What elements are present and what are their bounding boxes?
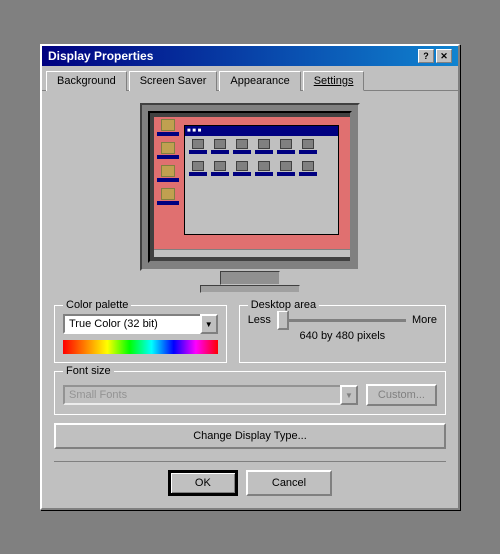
screen-inner-titlebar: ■ ■ ■ xyxy=(185,126,338,136)
help-button[interactable]: ? xyxy=(418,49,434,63)
tab-bar: Background Screen Saver Appearance Setti… xyxy=(42,66,458,90)
monitor-screen-border: ■ ■ ■ xyxy=(148,111,352,263)
color-bar xyxy=(63,340,218,354)
desktop-icon-1 xyxy=(156,119,180,136)
tab-settings[interactable]: Settings xyxy=(303,71,365,91)
tab-screen-saver[interactable]: Screen Saver xyxy=(129,71,218,91)
monitor-screen: ■ ■ ■ xyxy=(154,117,350,257)
window-title: Display Properties xyxy=(48,49,153,63)
monitor-outer: ■ ■ ■ xyxy=(140,103,360,271)
desktop-icon-2 xyxy=(156,142,180,159)
change-display-type-button[interactable]: Change Display Type... xyxy=(54,423,446,449)
desktop-icons xyxy=(156,119,180,205)
monitor-stand xyxy=(220,271,280,285)
title-bar: Display Properties ? ✕ xyxy=(42,46,458,66)
custom-button[interactable]: Custom... xyxy=(366,384,437,406)
font-select-wrapper: Small Fonts ▼ xyxy=(63,385,358,405)
desktop-icon-4 xyxy=(156,188,180,205)
font-size-select[interactable]: Small Fonts xyxy=(63,385,358,405)
color-palette-select[interactable]: True Color (32 bit) xyxy=(63,314,218,334)
resolution-slider[interactable] xyxy=(277,319,406,322)
monitor-preview: ■ ■ ■ xyxy=(54,103,446,293)
desktop-area-label: Desktop area xyxy=(248,299,319,311)
tab-appearance[interactable]: Appearance xyxy=(219,71,300,91)
font-size-row: Small Fonts ▼ Custom... xyxy=(63,384,437,406)
content-area: ■ ■ ■ xyxy=(42,90,458,508)
cancel-button[interactable]: Cancel xyxy=(246,470,332,496)
close-button[interactable]: ✕ xyxy=(436,49,452,63)
screen-taskbar xyxy=(154,249,350,257)
more-label: More xyxy=(412,314,437,326)
less-label: Less xyxy=(248,314,271,326)
color-palette-select-wrapper: True Color (32 bit) ▼ xyxy=(63,314,218,334)
slider-row: Less More xyxy=(248,314,437,326)
screen-inner-window: ■ ■ ■ xyxy=(184,125,339,235)
title-bar-buttons: ? ✕ xyxy=(418,49,452,63)
monitor-base xyxy=(200,285,300,293)
tab-background[interactable]: Background xyxy=(46,71,127,91)
color-palette-label: Color palette xyxy=(63,299,131,311)
font-size-group: Font size Small Fonts ▼ Custom... xyxy=(54,371,446,415)
color-palette-dropdown-arrow[interactable]: ▼ xyxy=(200,314,218,334)
dialog-window: Display Properties ? ✕ Background Screen… xyxy=(40,44,460,510)
font-dropdown-arrow[interactable]: ▼ xyxy=(340,385,358,405)
font-size-label: Font size xyxy=(63,365,114,377)
controls-row: Color palette True Color (32 bit) ▼ Desk… xyxy=(54,305,446,363)
color-palette-group: Color palette True Color (32 bit) ▼ xyxy=(54,305,227,363)
desktop-icon-3 xyxy=(156,165,180,182)
button-row: OK Cancel xyxy=(54,461,446,496)
desktop-area-group: Desktop area Less More 640 by 480 pixels xyxy=(239,305,446,363)
ok-button[interactable]: OK xyxy=(168,470,238,496)
screen-window-content xyxy=(185,136,338,184)
desktop-resolution: 640 by 480 pixels xyxy=(248,330,437,342)
